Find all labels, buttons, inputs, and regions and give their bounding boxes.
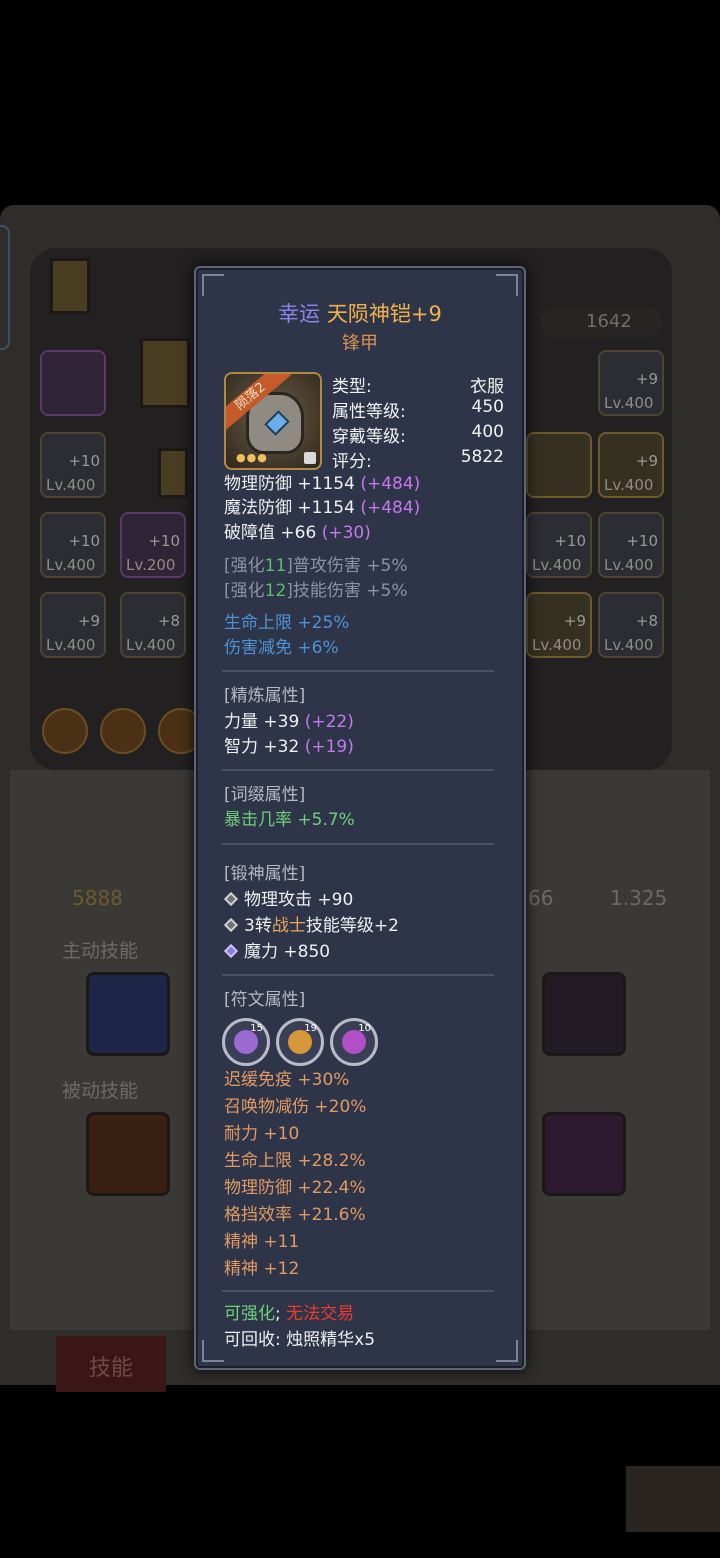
lock-icon [304, 452, 316, 464]
diamond-icon [223, 943, 239, 959]
rune-line: 格挡效率 +21.6% [224, 1205, 366, 1225]
divider [222, 1290, 494, 1292]
passive-skills-label: 被动技能 [62, 1080, 139, 1102]
stat-line: 魔法防御 +1154 (+484) [224, 498, 421, 518]
skill-icon[interactable] [542, 1112, 626, 1196]
gem-counter: 1642 [540, 306, 662, 338]
equipment-slot[interactable]: +10 Lv.400 [598, 512, 664, 578]
godforge-line: 3转战士技能等级+2 [223, 916, 399, 936]
info-wear-level: 穿戴等级: 400 [332, 422, 504, 447]
next-arrow-button[interactable] [626, 1466, 720, 1532]
refine-line: 智力 +32 (+19) [224, 737, 354, 757]
set-bonus-line: 生命上限 +25% [224, 613, 350, 633]
power-value: 5888 [72, 886, 123, 910]
window-decoration [158, 448, 188, 498]
rune-line: 精神 +12 [224, 1259, 300, 1279]
trade-status: 可强化; 无法交易 [224, 1304, 355, 1324]
equipment-slot[interactable]: +8 Lv.400 [120, 592, 186, 658]
divider [222, 769, 494, 771]
corner-ornament [496, 274, 518, 296]
active-skills-label: 主动技能 [62, 940, 139, 962]
godforge-header: [锻神属性] [224, 864, 306, 884]
item-name: 天陨神铠+9 [326, 302, 442, 326]
side-tab[interactable] [0, 225, 10, 350]
equipment-slot[interactable]: +9 Lv.400 [40, 592, 106, 658]
equipment-slot[interactable]: +10 Lv.200 [120, 512, 186, 578]
corner-ornament [202, 274, 224, 296]
enhance-line: [强化12]技能伤害 +5% [224, 581, 408, 601]
stat-value: 66 [528, 886, 554, 910]
rune-line: 召唤物减伤 +20% [224, 1097, 367, 1117]
item-title: 幸运 天陨神铠+9 [196, 302, 524, 326]
corner-ornament [496, 1340, 518, 1362]
skill-icon[interactable] [86, 972, 170, 1056]
equipment-slot[interactable]: +9 Lv.400 [598, 432, 664, 498]
skill-icon[interactable] [542, 972, 626, 1056]
corner-ornament [202, 1340, 224, 1362]
godforge-line: 物理攻击 +90 [223, 890, 353, 910]
stat-value: 1.325 [610, 886, 668, 910]
affix-header: [词缀属性] [224, 785, 306, 805]
rune-header: [符文属性] [224, 990, 306, 1010]
equipment-slot[interactable]: +8 Lv.400 [598, 592, 664, 658]
info-score: 评分: 5822 [332, 447, 504, 472]
buff-icon[interactable] [100, 708, 146, 754]
equipment-slot[interactable]: +9 Lv.400 [526, 592, 592, 658]
stat-line: 物理防御 +1154 (+484) [224, 474, 421, 494]
star-rating: ●●● [236, 451, 268, 464]
recycle-info: 可回收: 烛照精华x5 [224, 1330, 376, 1350]
title-prefix: 幸运 [278, 302, 321, 326]
window-decoration [140, 338, 190, 408]
info-attr-level: 属性等级: 450 [332, 397, 504, 422]
item-subtitle: 锋甲 [342, 333, 378, 354]
rune-line: 耐力 +10 [224, 1124, 300, 1144]
diamond-icon [223, 891, 239, 907]
equipment-slot[interactable]: +10 Lv.400 [526, 512, 592, 578]
equipment-slot[interactable]: +10 Lv.400 [40, 432, 106, 498]
rune-hourglass-icon[interactable]: 15 [222, 1018, 270, 1066]
equipment-slot[interactable]: +9 Lv.400 [598, 350, 664, 416]
equipment-slot[interactable] [40, 350, 106, 416]
rune-line: 精神 +11 [224, 1232, 300, 1252]
divider [222, 843, 494, 845]
armor-icon: 陨落2 ●●● [224, 372, 322, 470]
affix-line: 暴击几率 +5.7% [224, 810, 355, 830]
set-bonus-line: 伤害减免 +6% [224, 638, 339, 658]
window-decoration [50, 258, 90, 314]
stat-line: 破障值 +66 (+30) [224, 523, 371, 543]
rune-swirl-icon[interactable]: 19 [276, 1018, 324, 1066]
info-type: 类型: 衣服 [332, 377, 504, 397]
rune-line: 迟缓免疫 +30% [224, 1070, 350, 1090]
refine-line: 力量 +39 (+22) [224, 712, 354, 732]
tab-skill[interactable]: 技能 [56, 1336, 166, 1392]
godforge-line: 魔力 +850 [223, 942, 330, 962]
rune-line: 物理防御 +22.4% [224, 1178, 366, 1198]
divider [222, 974, 494, 976]
skill-icon[interactable] [86, 1112, 170, 1196]
rune-line: 生命上限 +28.2% [224, 1151, 366, 1171]
enhance-line: [强化11]普攻伤害 +5% [224, 556, 408, 576]
buff-icon[interactable] [42, 708, 88, 754]
item-tooltip: 幸运 天陨神铠+9 锋甲 陨落2 ●●● 类型: 衣服 属性等级: 450 穿戴等级… [194, 266, 526, 1370]
rune-crystal-icon[interactable]: 10 [330, 1018, 378, 1066]
diamond-icon [223, 917, 239, 933]
refine-header: [精炼属性] [224, 686, 306, 706]
divider [222, 670, 494, 672]
equipment-slot[interactable]: +10 Lv.400 [40, 512, 106, 578]
equipment-slot[interactable] [526, 432, 592, 498]
